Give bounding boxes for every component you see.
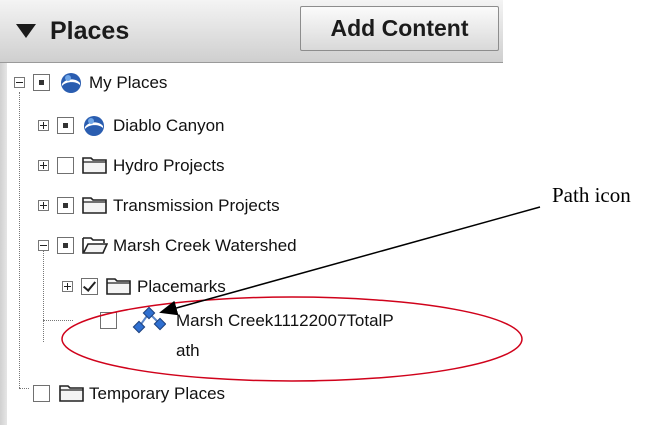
annotation-label: Path icon: [552, 183, 631, 207]
highlight-ellipse: [61, 296, 523, 382]
annotation-arrow: [159, 206, 541, 316]
annotation-overlay: [61, 206, 541, 382]
